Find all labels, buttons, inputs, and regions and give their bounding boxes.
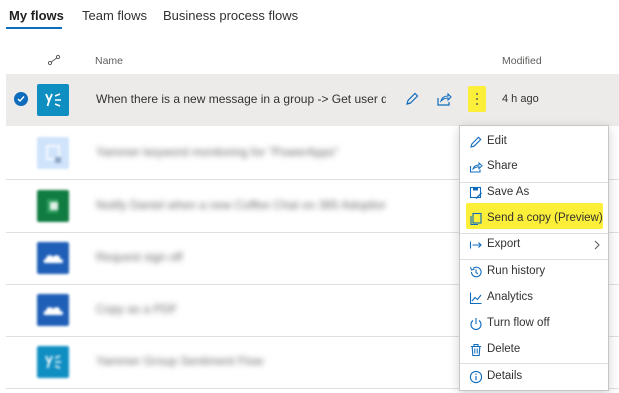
flow-name[interactable]: Yammer Group Sentiment Flow [96,354,386,368]
menu-item-label: Run history [487,265,546,277]
tab-bar: My flows Team flows Business process flo… [0,0,619,32]
menu-item-analytics[interactable]: Analytics [460,286,608,310]
flow-name[interactable]: Yammer keyword monitoring for "PowerApps… [96,145,386,159]
menu-item-share[interactable]: Share [460,155,608,179]
menu-divider [460,363,608,364]
pencil-icon [470,136,482,148]
menu-item-export[interactable]: Export [460,233,608,257]
row-checkmark-icon[interactable] [14,92,28,106]
column-header-modified[interactable]: Modified [502,55,542,67]
share-icon[interactable] [434,89,454,109]
tab-team-flows[interactable]: Team flows [82,8,147,23]
menu-item-save-as[interactable]: Save As [460,181,608,205]
menu-item-label: Export [487,238,521,250]
menu-item-label: Analytics [487,291,534,303]
menu-item-label: Save As [487,186,530,198]
yammer-icon [37,84,69,116]
onedrive-icon [37,242,69,274]
calendar-icon [37,137,69,169]
menu-item-run-history[interactable]: Run history [460,260,608,284]
menu-item-label: Send a copy (Preview) [487,212,603,224]
planner-icon [37,190,69,222]
active-tab-indicator [6,27,62,29]
power-icon [470,318,482,331]
chevron-right-icon [594,240,600,250]
info-icon [469,370,483,384]
onedrive-icon [37,294,69,326]
column-header-name[interactable]: Name [95,55,123,67]
export-icon [469,241,482,249]
modified-time: 4 h ago [502,93,539,105]
flow-type-icon [47,54,61,66]
menu-item-send-a-copy[interactable]: Send a copy (Preview) [460,203,608,231]
flow-name[interactable]: When there is a new message in a group -… [96,92,386,106]
save-as-icon [469,186,482,199]
menu-item-delete[interactable]: Delete [460,338,608,362]
menu-item-turn-flow-off[interactable]: Turn flow off [460,312,608,336]
tab-business-process-flows[interactable]: Business process flows [163,8,298,23]
yammer-icon [37,346,69,378]
menu-item-label: Delete [487,343,521,355]
analytics-icon [469,292,482,305]
context-menu: Edit Share Save As Send a copy (Preview) [459,125,609,391]
menu-item-label: Turn flow off [487,317,550,329]
more-options-button[interactable] [468,86,486,112]
table-row[interactable]: When there is a new message in a group -… [6,74,619,126]
flow-name[interactable]: Copy as a PDF [96,302,386,316]
menu-item-edit[interactable]: Edit [460,130,608,154]
flow-name[interactable]: Notify Daniel when a new Coffee Chat on … [96,198,386,212]
copy-icon [470,212,482,226]
edit-pencil-icon[interactable] [402,89,422,109]
menu-item-label: Details [487,370,523,382]
menu-item-label: Share [487,160,518,172]
trash-icon [471,343,481,357]
tab-my-flows[interactable]: My flows [9,8,64,23]
menu-item-label: Edit [487,135,507,147]
table-header: Name Modified [0,50,619,72]
flow-name[interactable]: Request sign off [96,250,386,264]
menu-item-details[interactable]: Details [460,365,608,389]
share-icon [469,161,483,173]
history-icon [470,266,482,278]
